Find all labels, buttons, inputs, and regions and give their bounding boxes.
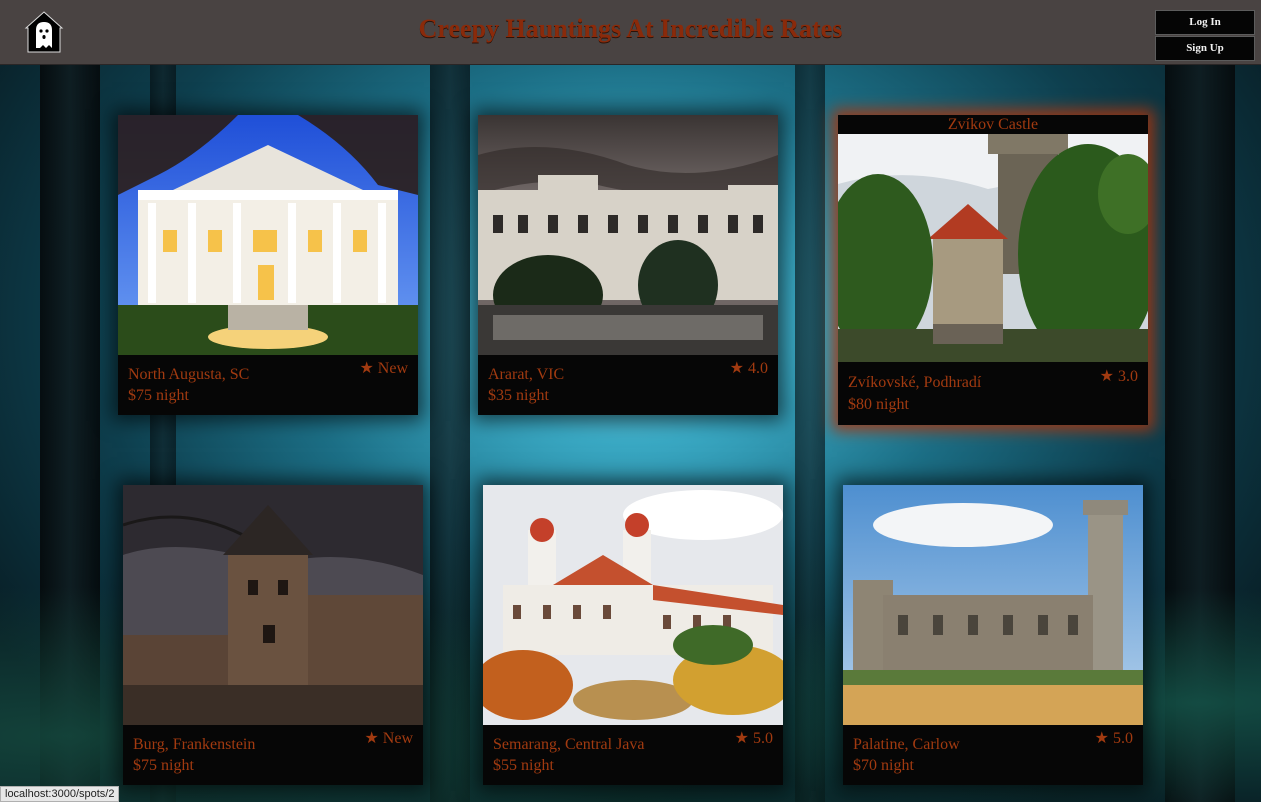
listing-photo xyxy=(838,134,1148,362)
listing-photo xyxy=(118,115,418,355)
listing-price: $75 night xyxy=(128,387,189,404)
listing-rating: ★ New xyxy=(359,360,408,377)
listing-rating: ★ 3.0 xyxy=(1099,368,1138,385)
listing-price: $35 night xyxy=(488,387,549,404)
listing-photo xyxy=(483,485,783,725)
listing-location: North Augusta, SC xyxy=(128,366,250,383)
listing-location: Burg, Frankenstein xyxy=(133,736,256,753)
listing-card[interactable]: Burg, Frankenstein $75 night ★ New xyxy=(123,485,423,785)
listing-card-hovered[interactable]: Zvíkov Castle Zvíkovské, Podhradí $80 ni… xyxy=(838,115,1148,425)
listing-price: $70 night xyxy=(853,757,914,774)
listing-card[interactable]: Ararat, VIC $35 night ★ 4.0 xyxy=(478,115,778,415)
listing-price: $75 night xyxy=(133,757,194,774)
listing-rating: ★ New xyxy=(364,730,413,747)
listing-price: $80 night xyxy=(848,396,909,413)
signup-button[interactable]: Sign Up xyxy=(1155,36,1255,61)
listing-rating: ★ 5.0 xyxy=(1094,730,1133,747)
listing-location: Zvíkovské, Podhradí xyxy=(848,374,982,391)
listing-card[interactable]: Palatine, Carlow $70 night ★ 5.0 xyxy=(843,485,1143,785)
listing-location: Palatine, Carlow xyxy=(853,736,960,753)
login-button[interactable]: Log In xyxy=(1155,10,1255,35)
listing-card[interactable]: North Augusta, SC $75 night ★ New xyxy=(118,115,418,415)
listing-price: $55 night xyxy=(493,757,554,774)
listing-location: Ararat, VIC xyxy=(488,366,565,383)
site-title: Creepy Hauntings At Incredible Rates xyxy=(418,14,843,43)
listing-photo xyxy=(843,485,1143,725)
listing-photo xyxy=(123,485,423,725)
listing-name: Zvíkov Castle xyxy=(838,115,1148,134)
listing-location: Semarang, Central Java xyxy=(493,736,645,753)
browser-status-url: localhost:3000/spots/2 xyxy=(0,786,120,802)
listing-rating: ★ 4.0 xyxy=(729,360,768,377)
listing-card[interactable]: Semarang, Central Java $55 night ★ 5.0 xyxy=(483,485,783,785)
top-navbar: Creepy Hauntings At Incredible Rates Log… xyxy=(0,0,1261,65)
listing-photo xyxy=(478,115,778,355)
listing-rating: ★ 5.0 xyxy=(734,730,773,747)
